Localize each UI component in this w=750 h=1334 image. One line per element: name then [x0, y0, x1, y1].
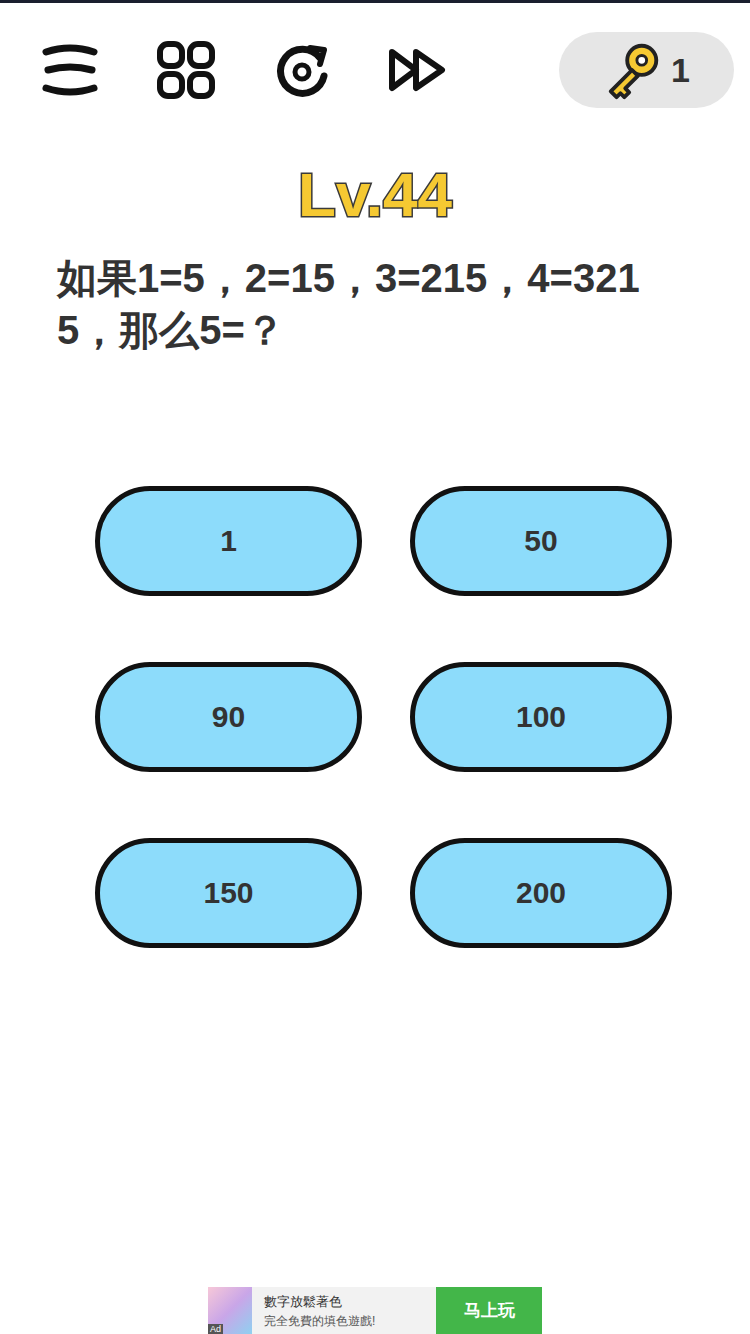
question-text: 如果1=5，2=15，3=215，4=3215，那么5=？: [0, 252, 750, 356]
answer-button[interactable]: 100: [410, 662, 672, 772]
ad-play-button[interactable]: 马上玩: [436, 1287, 542, 1334]
answer-button[interactable]: 1: [95, 486, 362, 596]
answer-options: 15090100150200: [0, 486, 750, 948]
key-count: 1: [671, 51, 690, 90]
level-title: Lv.44: [0, 158, 750, 232]
restart-icon[interactable]: [270, 38, 334, 102]
answer-button[interactable]: 200: [410, 838, 672, 948]
game-screen: 1Lv.44如果1=5，2=15，3=215，4=3215，那么5=？15090…: [0, 0, 750, 1334]
answer-button[interactable]: 90: [95, 662, 362, 772]
key-counter[interactable]: 1: [559, 32, 734, 108]
ad-image: Ad: [208, 1287, 252, 1334]
answer-button[interactable]: 150: [95, 838, 362, 948]
level-grid-icon[interactable]: [154, 38, 218, 102]
ad-subtitle: 完全免費的填色遊戲!: [264, 1313, 430, 1330]
menu-icon[interactable]: [38, 38, 102, 102]
ad-text: 數字放鬆著色完全免費的填色遊戲!: [252, 1287, 436, 1334]
toolbar: 1: [0, 3, 750, 108]
ad-title: 數字放鬆著色: [264, 1293, 430, 1311]
ad-banner[interactable]: Ad數字放鬆著色完全免費的填色遊戲!马上玩: [208, 1287, 542, 1334]
skip-icon[interactable]: [386, 38, 450, 102]
ad-badge: Ad: [208, 1324, 223, 1334]
key-icon: [603, 39, 665, 101]
answer-button[interactable]: 50: [410, 486, 672, 596]
